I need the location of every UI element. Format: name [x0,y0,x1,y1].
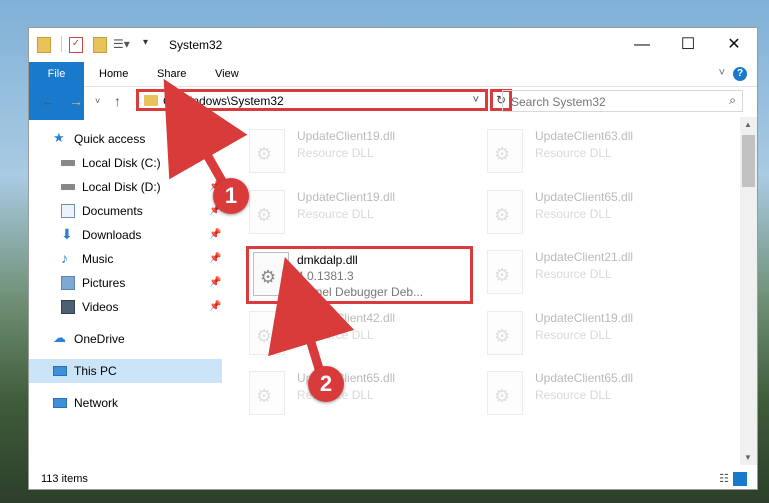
documents-icon [61,204,75,218]
navigation-bar: ← → ˅ ↑ C:\Windows\System32 ˅ ↻ ⌕ [29,87,757,117]
dll-file-icon [487,311,523,355]
sidebar-item-this-pc[interactable]: This PC [29,359,222,383]
help-icon[interactable]: ? [733,67,747,81]
sidebar-item-quick-access[interactable]: ★ Quick access [29,127,222,151]
pin-icon[interactable]: 📌 [209,301,221,312]
network-icon [53,398,67,408]
chevron-down-icon[interactable]: ˅ [473,92,479,108]
dll-file-icon [487,371,523,415]
sidebar-item-local-disk-d[interactable]: Local Disk (D:) 📌 [29,175,222,199]
downloads-icon: ⬇ [61,226,73,242]
sidebar-item-documents[interactable]: Documents 📌 [29,199,222,223]
separator [61,36,62,52]
music-icon: ♪ [61,250,68,266]
pin-icon[interactable]: 📌 [209,229,221,240]
file-item[interactable]: UpdateClient19.dll Resource DLL [229,186,455,244]
file-item-dmkdalp[interactable]: dmkdalp.dll 4.0.1381.3 Kernel Debugger D… [246,246,473,304]
sidebar-item-onedrive[interactable]: ☁ OneDrive [29,327,222,351]
status-bar: 113 items ☷ [29,468,757,490]
scroll-down-icon[interactable]: ▼ [744,453,752,462]
tab-view[interactable]: View [205,62,249,86]
minimize-button[interactable]: — [619,28,665,62]
sidebar-item-downloads[interactable]: ⬇ Downloads 📌 [29,223,222,247]
search-input[interactable] [509,93,713,111]
title-bar: ✓ ☰▾ ▾ System32 — ☐ ✕ [29,28,757,62]
pin-icon[interactable]: 📌 [209,253,221,264]
file-item[interactable]: UpdateClient63.dll Resource DLL [467,125,693,183]
dll-file-icon [249,129,285,173]
item-count: 113 items [41,473,88,485]
sidebar-item-music[interactable]: ♪ Music 📌 [29,247,222,271]
pictures-icon [61,276,75,290]
window-title: System32 [169,38,223,52]
maximize-button[interactable]: ☐ [665,28,711,62]
annotation-step-1: 1 [213,178,249,214]
dll-file-icon [253,252,289,296]
tab-share[interactable]: Share [147,62,196,86]
dll-file-icon [249,190,285,234]
tab-home[interactable]: Home [89,62,138,86]
star-icon: ★ [53,130,65,145]
videos-icon [61,300,75,314]
file-item[interactable]: UpdateClient65.dll Resource DLL [467,186,693,244]
drive-icon [61,184,75,190]
scroll-up-icon[interactable]: ▲ [744,120,752,129]
dll-file-icon [249,311,285,355]
dll-file-icon [487,129,523,173]
dll-file-icon [487,250,523,294]
cloud-icon: ☁ [53,330,66,345]
annotation-step-2: 2 [308,366,344,402]
search-box[interactable]: ⌕ [502,90,743,112]
details-view-icon[interactable]: ☷ [719,472,729,485]
expand-ribbon-icon[interactable]: ˅ [719,67,725,79]
folder-icon [37,37,51,53]
file-item[interactable]: UpdateClient65.dll Resource DLL [467,367,693,425]
properties-icon[interactable]: ✓ [69,37,83,53]
back-arrow-icon[interactable]: ← [41,93,55,109]
sidebar-item-videos[interactable]: Videos 📌 [29,295,222,319]
scrollbar-thumb[interactable] [742,135,755,187]
up-arrow-icon[interactable]: ↑ [114,93,121,109]
large-icons-view-icon[interactable] [733,472,747,486]
file-item[interactable]: UpdateClient21.dll Resource DLL [467,246,693,304]
file-item[interactable]: UpdateClient42.dll Resource DLL [229,307,455,365]
new-folder-icon[interactable] [93,37,107,53]
drive-icon [61,160,75,166]
file-list: UpdateClient19.dll Resource DLL UpdateCl… [229,117,741,462]
ribbon-tabs: File Home Share View ˅ ? [29,62,757,120]
recent-locations-icon[interactable]: ˅ [95,96,100,106]
navigation-pane: ★ Quick access Local Disk (C:) Local Dis… [29,123,222,463]
pin-icon[interactable]: 📌 [209,277,221,288]
address-bar[interactable]: C:\Windows\System32 ˅ [136,89,488,111]
close-button[interactable]: ✕ [711,28,757,62]
dll-file-icon [487,190,523,234]
chevron-down-icon[interactable]: ▾ [143,37,148,53]
sidebar-item-network[interactable]: Network [29,391,222,415]
vertical-scrollbar[interactable]: ▲ ▼ [740,117,757,465]
file-item[interactable]: UpdateClient19.dll Resource DLL [467,307,693,365]
address-path[interactable]: C:\Windows\System32 [163,93,284,109]
forward-arrow-icon[interactable]: → [69,93,83,109]
dll-file-icon [249,371,285,415]
sidebar-item-pictures[interactable]: Pictures 📌 [29,271,222,295]
computer-icon [53,366,67,376]
file-item[interactable]: UpdateClient19.dll Resource DLL [229,125,455,183]
customize-toolbar-icon[interactable]: ☰▾ [113,37,130,53]
sidebar-item-local-disk-c[interactable]: Local Disk (C:) [29,151,222,175]
folder-icon [144,95,158,106]
search-icon: ⌕ [729,93,736,107]
explorer-window: ✓ ☰▾ ▾ System32 — ☐ ✕ File Home Share Vi… [28,27,758,490]
